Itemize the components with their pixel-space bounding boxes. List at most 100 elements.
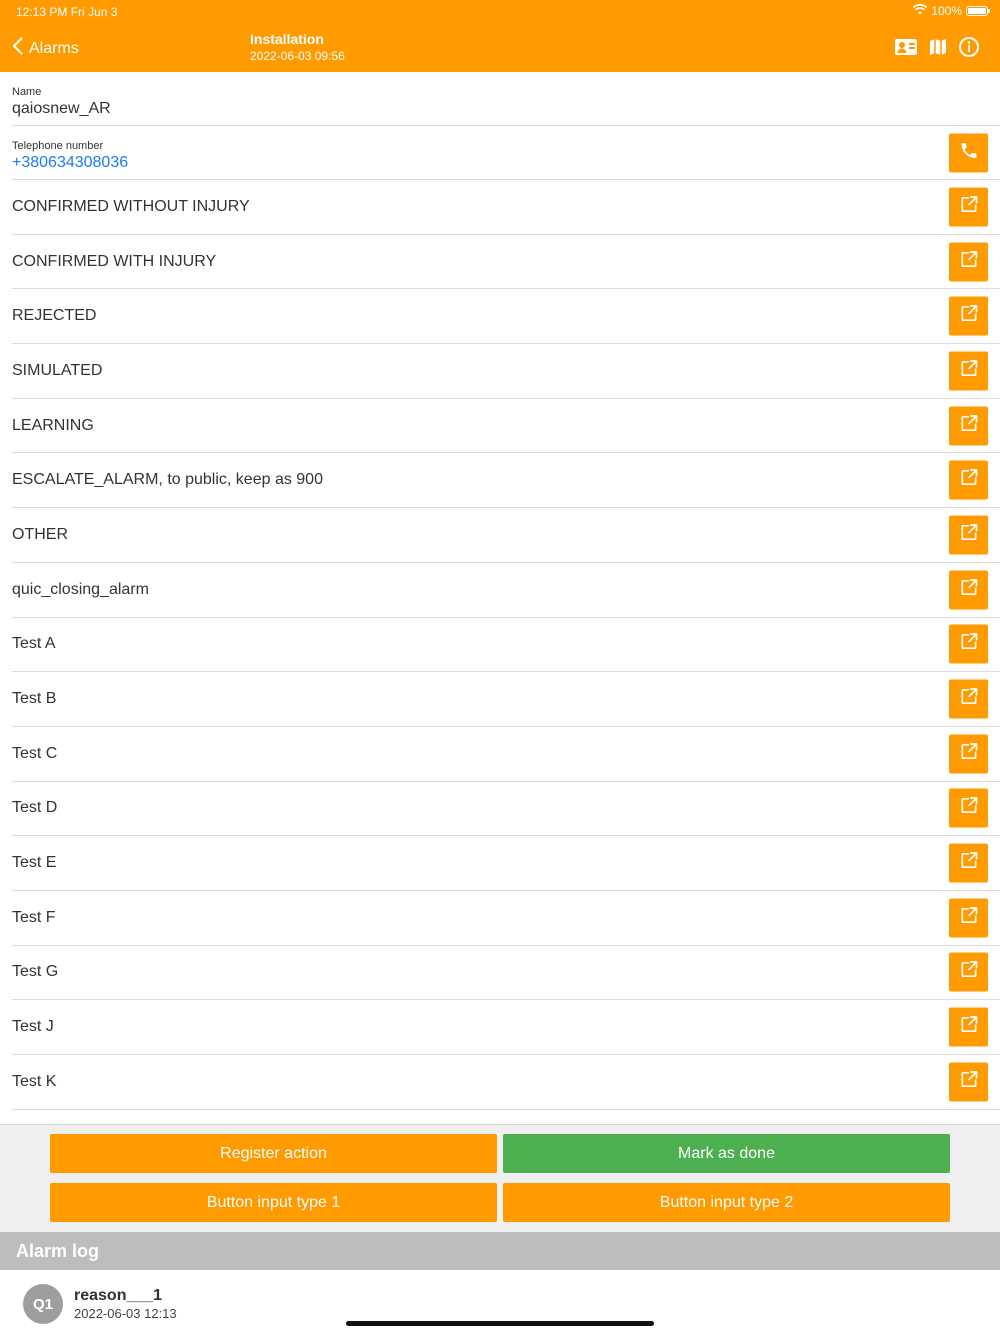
external-link-icon bbox=[959, 632, 979, 657]
log-entry-time: 2022-06-03 12:13 bbox=[74, 1306, 177, 1321]
name-row: Name qaiosnew_AR bbox=[12, 72, 1000, 126]
action-row[interactable]: Test B bbox=[12, 672, 1000, 727]
action-row[interactable]: Test D bbox=[12, 782, 1000, 837]
action-row[interactable]: REJECTED bbox=[12, 289, 1000, 345]
action-row[interactable]: CONFIRMED WITHOUT INJURY bbox=[12, 180, 1000, 235]
open-action-button[interactable] bbox=[949, 570, 988, 610]
contact-card-icon[interactable] bbox=[894, 37, 918, 57]
name-value: qaiosnew_AR bbox=[12, 100, 111, 117]
mark-as-done-button[interactable]: Mark as done bbox=[503, 1134, 950, 1173]
open-action-button[interactable] bbox=[949, 406, 988, 446]
register-action-button[interactable]: Register action bbox=[50, 1134, 497, 1173]
external-link-icon bbox=[959, 1015, 979, 1040]
action-label: LEARNING bbox=[12, 416, 94, 434]
open-action-button[interactable] bbox=[949, 734, 988, 774]
call-button[interactable] bbox=[949, 133, 988, 172]
action-row[interactable]: Test K bbox=[12, 1055, 1000, 1110]
action-label: SIMULATED bbox=[12, 361, 103, 379]
open-action-button[interactable] bbox=[949, 460, 988, 500]
action-label: Test E bbox=[12, 854, 57, 872]
external-link-icon bbox=[959, 468, 979, 493]
action-label: Test J bbox=[12, 1018, 54, 1036]
open-action-button[interactable] bbox=[949, 515, 988, 555]
title-block: Installation 2022-06-03 09:56 bbox=[250, 31, 345, 63]
phone-icon bbox=[959, 140, 979, 165]
action-label: Test B bbox=[12, 690, 57, 708]
battery-percent: 100% bbox=[931, 4, 962, 18]
log-entry-title: reason___1 bbox=[74, 1287, 163, 1304]
action-row[interactable]: ESCALATE_ALARM, to public, keep as 900 bbox=[12, 453, 1000, 509]
external-link-icon bbox=[959, 796, 979, 821]
action-label: CONFIRMED WITHOUT INJURY bbox=[12, 197, 250, 215]
name-label: Name bbox=[12, 86, 42, 98]
action-label: ESCALATE_ALARM, to public, keep as 900 bbox=[12, 471, 323, 489]
telephone-label: Telephone number bbox=[12, 140, 104, 152]
open-action-button[interactable] bbox=[949, 952, 988, 992]
action-label: Test K bbox=[12, 1072, 57, 1090]
external-link-icon bbox=[959, 851, 979, 876]
action-row[interactable]: CONFIRMED WITH INJURY bbox=[12, 235, 1000, 290]
external-link-icon bbox=[959, 687, 979, 712]
back-button[interactable]: Alarms bbox=[12, 37, 79, 60]
action-row[interactable]: Test J bbox=[12, 1000, 1000, 1055]
open-action-button[interactable] bbox=[949, 351, 988, 391]
action-row[interactable]: Test G bbox=[12, 946, 1000, 1001]
home-indicator bbox=[346, 1321, 654, 1326]
action-row[interactable]: quic_closing_alarm bbox=[12, 563, 1000, 618]
page-title: Installation bbox=[250, 31, 324, 47]
open-action-button[interactable] bbox=[949, 898, 988, 938]
external-link-icon bbox=[959, 577, 979, 602]
open-action-button[interactable] bbox=[949, 187, 988, 227]
button-input-type-2[interactable]: Button input type 2 bbox=[503, 1183, 950, 1222]
alarm-log-header: Alarm log bbox=[0, 1232, 1000, 1270]
external-link-icon bbox=[959, 905, 979, 930]
top-bar: 12:13 PM Fri Jun 3 100% Alarms Installat… bbox=[0, 0, 1000, 72]
action-list: CONFIRMED WITHOUT INJURY CONFIRMED WITH I… bbox=[0, 180, 1000, 1110]
action-row[interactable]: Test E bbox=[12, 836, 1000, 891]
action-row[interactable]: Test C bbox=[12, 727, 1000, 782]
external-link-icon bbox=[959, 960, 979, 985]
action-label: Test G bbox=[12, 963, 59, 981]
action-row[interactable]: LEARNING bbox=[12, 399, 1000, 454]
action-label: CONFIRMED WITH INJURY bbox=[12, 252, 217, 270]
telephone-link[interactable]: +380634308036 bbox=[12, 154, 128, 172]
external-link-icon bbox=[959, 1069, 979, 1094]
button-input-type-1[interactable]: Button input type 1 bbox=[50, 1183, 497, 1222]
action-row[interactable]: OTHER bbox=[12, 508, 1000, 563]
open-action-button[interactable] bbox=[949, 1062, 988, 1102]
external-link-icon bbox=[959, 413, 979, 438]
open-action-button[interactable] bbox=[949, 788, 988, 828]
action-row[interactable]: Test F bbox=[12, 891, 1000, 946]
telephone-row: Telephone number +380634308036 bbox=[12, 126, 1000, 180]
map-icon[interactable] bbox=[928, 37, 948, 57]
open-action-button[interactable] bbox=[949, 624, 988, 664]
external-link-icon bbox=[959, 304, 979, 329]
open-action-button[interactable] bbox=[949, 843, 988, 883]
avatar: Q1 bbox=[23, 1284, 63, 1324]
action-label: Test C bbox=[12, 744, 58, 762]
action-label: Test F bbox=[12, 908, 56, 926]
status-time: 12:13 PM Fri Jun 3 bbox=[16, 5, 118, 19]
battery-icon bbox=[966, 6, 990, 16]
open-action-button[interactable] bbox=[949, 242, 988, 282]
action-label: Test A bbox=[12, 635, 56, 653]
action-button-panel: Register action Mark as done Button inpu… bbox=[0, 1124, 1000, 1232]
open-action-button[interactable] bbox=[949, 1007, 988, 1047]
info-icon[interactable] bbox=[958, 36, 980, 58]
chevron-left-icon bbox=[12, 37, 23, 60]
nav-actions bbox=[894, 36, 980, 58]
open-action-button[interactable] bbox=[949, 296, 988, 336]
action-label: REJECTED bbox=[12, 307, 97, 325]
back-label: Alarms bbox=[29, 39, 79, 57]
page-subtitle: 2022-06-03 09:56 bbox=[250, 49, 345, 63]
external-link-icon bbox=[959, 358, 979, 383]
external-link-icon bbox=[959, 522, 979, 547]
action-label: Test D bbox=[12, 799, 58, 817]
action-label: quic_closing_alarm bbox=[12, 580, 149, 598]
action-row[interactable]: SIMULATED bbox=[12, 344, 1000, 399]
action-row[interactable]: Test A bbox=[12, 618, 1000, 673]
external-link-icon bbox=[959, 194, 979, 219]
open-action-button[interactable] bbox=[949, 679, 988, 719]
detail-list: Name qaiosnew_AR Telephone number +38063… bbox=[0, 72, 1000, 1110]
wifi-icon bbox=[913, 4, 928, 18]
